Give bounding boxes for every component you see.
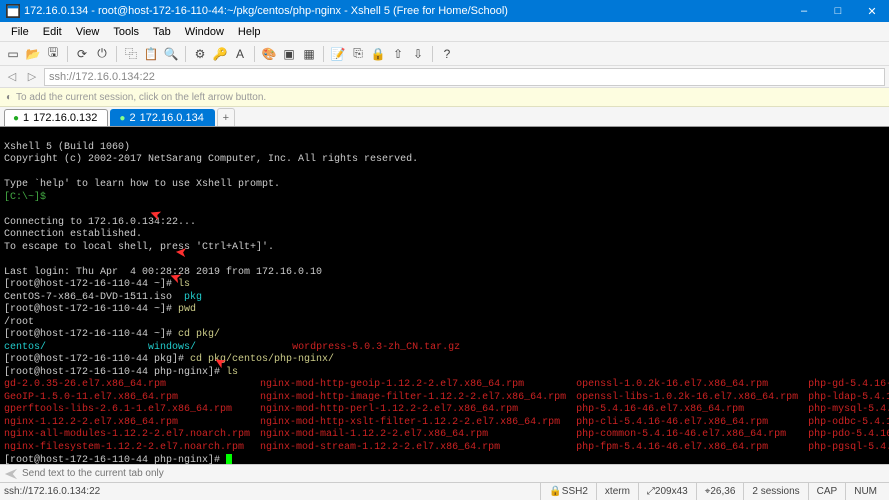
cursor <box>226 454 232 464</box>
app-icon <box>6 4 20 18</box>
status-dot-icon: ● <box>119 113 125 124</box>
address-input[interactable] <box>44 68 885 86</box>
menu-tools[interactable]: Tools <box>106 26 146 38</box>
send-icon <box>4 467 18 481</box>
status-cap: CAP <box>808 483 846 500</box>
download-icon[interactable]: ⇩ <box>409 45 427 63</box>
maximize-button[interactable]: □ <box>821 0 855 22</box>
paste-icon[interactable]: 📋 <box>142 45 160 63</box>
separator <box>185 46 186 62</box>
disconnect-icon[interactable]: ⏻ <box>93 45 111 63</box>
send-bar <box>0 464 889 482</box>
tab-1[interactable]: ●1 172.16.0.132 <box>4 109 108 126</box>
lock-icon[interactable]: 🔒 <box>369 45 387 63</box>
separator <box>254 46 255 62</box>
hint-text: To add the current session, click on the… <box>16 92 266 103</box>
status-dot-icon: ● <box>13 113 19 124</box>
color-icon[interactable]: 🎨 <box>260 45 278 63</box>
prompt: [root@host-172-16-110-44 ~]# <box>4 329 178 340</box>
tab-icon[interactable]: ▣ <box>280 45 298 63</box>
properties-icon[interactable]: ⚙ <box>191 45 209 63</box>
copy-icon[interactable]: ⿻ <box>122 45 140 63</box>
upload-icon[interactable]: ⇧ <box>389 45 407 63</box>
status-num: NUM <box>845 483 885 500</box>
menu-window[interactable]: Window <box>178 26 231 38</box>
forward-icon[interactable]: ▷ <box>24 69 40 85</box>
separator <box>432 46 433 62</box>
status-path: ssh://172.16.0.134:22 <box>4 486 540 497</box>
prompt: [root@host-172-16-110-44 pkg]# <box>4 354 190 365</box>
tile-icon[interactable]: ▦ <box>300 45 318 63</box>
font-icon[interactable]: A <box>231 45 249 63</box>
reconnect-icon[interactable]: ⟳ <box>73 45 91 63</box>
menu-view[interactable]: View <box>69 26 107 38</box>
menu-file[interactable]: File <box>4 26 36 38</box>
save-icon[interactable]: 🖫 <box>44 45 62 63</box>
terminal[interactable]: Xshell 5 (Build 1060) Copyright (c) 2002… <box>0 127 889 464</box>
open-icon[interactable]: 📂 <box>24 45 42 63</box>
key-icon[interactable]: 🔑 <box>211 45 229 63</box>
menu-edit[interactable]: Edit <box>36 26 69 38</box>
prompt: [root@host-172-16-110-44 php-nginx]# <box>4 367 226 378</box>
prompt: [root@host-172-16-110-44 ~]# <box>4 279 178 290</box>
status-bar: ssh://172.16.0.134:22 🔒 SSH2 xterm ⤢ 209… <box>0 482 889 500</box>
toolbar: ▭ 📂 🖫 ⟳ ⏻ ⿻ 📋 🔍 ⚙ 🔑 A 🎨 ▣ ▦ 📝 ⎘ 🔒 ⇧ ⇩ ? <box>0 42 889 66</box>
address-bar: ◁ ▷ <box>0 66 889 88</box>
prompt: [root@host-172-16-110-44 php-nginx]# <box>4 455 226 464</box>
separator <box>323 46 324 62</box>
log-icon[interactable]: 📝 <box>329 45 347 63</box>
separator <box>116 46 117 62</box>
search-icon[interactable]: 🔍 <box>162 45 180 63</box>
script-icon[interactable]: ⎘ <box>349 45 367 63</box>
back-icon[interactable]: ◁ <box>4 69 20 85</box>
status-sessions: 2 sessions <box>743 483 807 500</box>
hint-icon: ◐ <box>6 92 12 103</box>
menu-tab[interactable]: Tab <box>146 26 178 38</box>
session-tabs: ●1 172.16.0.132 ●2 172.16.0.134 + <box>0 107 889 127</box>
menubar: File Edit View Tools Tab Window Help <box>0 22 889 42</box>
menu-help[interactable]: Help <box>231 26 268 38</box>
close-button[interactable]: ✕ <box>855 0 889 22</box>
prompt: [root@host-172-16-110-44 ~]# <box>4 304 178 315</box>
status-term: xterm <box>596 483 638 500</box>
ls-output: gd-2.0.35-26.el7.x86_64.rpm GeoIP-1.5.0-… <box>4 379 885 454</box>
separator <box>67 46 68 62</box>
status-ssh: 🔒 SSH2 <box>540 483 596 500</box>
new-session-icon[interactable]: ▭ <box>4 45 22 63</box>
hint-bar: ◐ To add the current session, click on t… <box>0 88 889 107</box>
tab-2[interactable]: ●2 172.16.0.134 <box>110 109 214 126</box>
titlebar: 172.16.0.134 - root@host-172-16-110-44:~… <box>0 0 889 22</box>
status-cursor: ⌖ 26,36 <box>696 483 744 500</box>
window-title: 172.16.0.134 - root@host-172-16-110-44:~… <box>24 5 787 17</box>
help-icon[interactable]: ? <box>438 45 456 63</box>
add-tab-button[interactable]: + <box>217 108 235 126</box>
minimize-button[interactable]: – <box>787 0 821 22</box>
send-input[interactable] <box>22 468 885 479</box>
status-size: ⤢ 209x43 <box>638 483 696 500</box>
